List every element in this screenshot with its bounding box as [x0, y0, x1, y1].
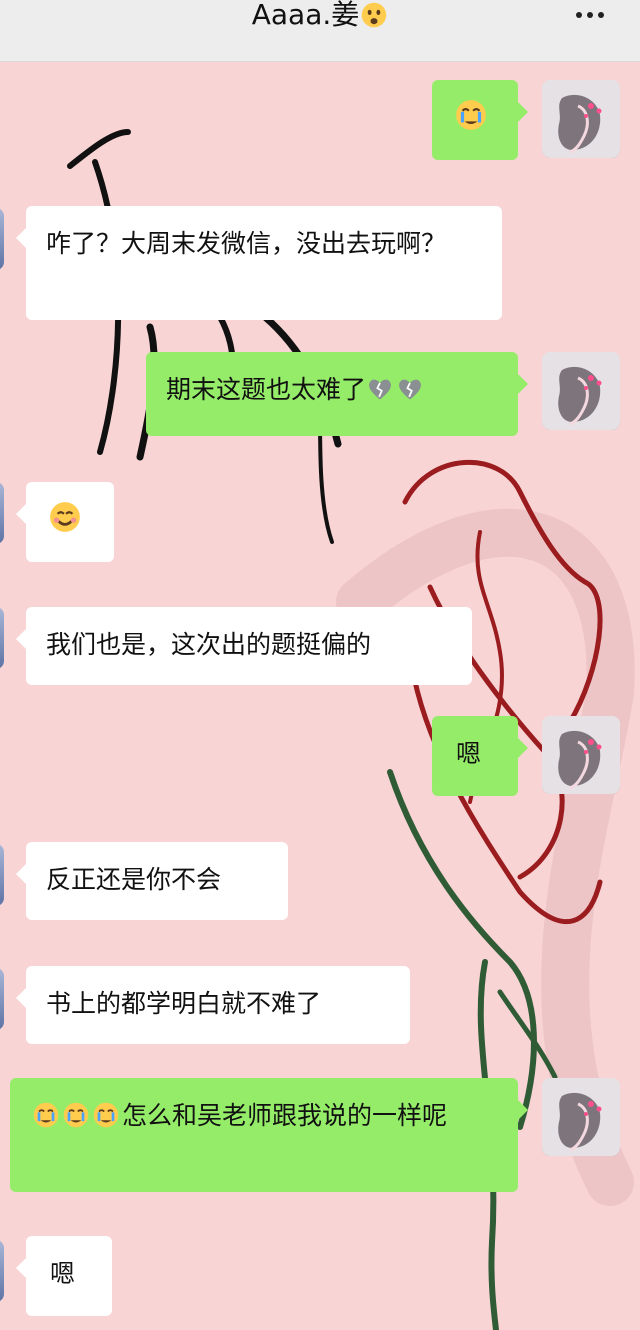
message-text: 期末这题也太难了	[166, 375, 367, 404]
outgoing-message-bubble[interactable]	[432, 80, 528, 160]
incoming-message-bubble[interactable]: 我们也是，这次出的题挺偏的	[16, 607, 472, 685]
message-text: 嗯	[50, 1259, 76, 1288]
outgoing-message-bubble[interactable]: 怎么和吴老师跟我说的一样呢	[10, 1078, 528, 1192]
chat-message-list[interactable]: 咋了？大周末发微信，没出去玩啊？ 期末这题也太难了 我们也是，这次出的题挺偏的 …	[0, 62, 640, 1330]
contact-avatar[interactable]	[0, 607, 4, 669]
more-options-button[interactable]	[568, 2, 612, 28]
contact-name: Aaaa.姜	[251, 0, 360, 31]
incoming-message-bubble[interactable]	[16, 482, 114, 562]
contact-avatar[interactable]	[0, 844, 4, 906]
chat-title: Aaaa.姜	[0, 0, 640, 32]
message-text: 反正还是你不会	[46, 865, 222, 894]
incoming-message-bubble[interactable]: 反正还是你不会	[16, 842, 288, 920]
crying-face-icon	[93, 1102, 119, 1128]
contact-avatar[interactable]	[0, 482, 4, 544]
contact-avatar[interactable]	[0, 208, 4, 270]
my-avatar[interactable]	[542, 80, 620, 158]
my-avatar[interactable]	[542, 352, 620, 430]
broken-heart-icon	[399, 379, 421, 400]
my-avatar[interactable]	[542, 1078, 620, 1156]
outgoing-message-bubble[interactable]: 期末这题也太难了	[146, 352, 528, 436]
crying-face-icon	[456, 100, 486, 130]
outgoing-message-bubble[interactable]: 嗯	[432, 716, 528, 796]
incoming-message-bubble[interactable]: 咋了？大周末发微信，没出去玩啊？	[16, 206, 502, 320]
contact-avatar[interactable]	[0, 1240, 4, 1302]
message-text: 怎么和吴老师跟我说的一样呢	[122, 1101, 448, 1130]
incoming-message-bubble[interactable]: 书上的都学明白就不难了	[16, 966, 410, 1044]
message-text: 咋了？大周末发微信，没出去玩啊？	[46, 229, 447, 258]
incoming-message-bubble[interactable]: 嗯	[16, 1236, 112, 1316]
my-avatar[interactable]	[542, 716, 620, 794]
crying-face-icon	[63, 1102, 89, 1128]
contact-avatar[interactable]	[0, 968, 4, 1030]
crying-face-icon	[33, 1102, 59, 1128]
message-text: 书上的都学明白就不难了	[46, 989, 322, 1018]
astonished-face-icon	[362, 2, 387, 28]
message-text: 我们也是，这次出的题挺偏的	[46, 630, 372, 659]
broken-heart-icon	[369, 379, 391, 400]
smiling-face-icon	[50, 502, 80, 532]
message-text: 嗯	[456, 739, 482, 768]
chat-header: Aaaa.姜	[0, 0, 640, 62]
